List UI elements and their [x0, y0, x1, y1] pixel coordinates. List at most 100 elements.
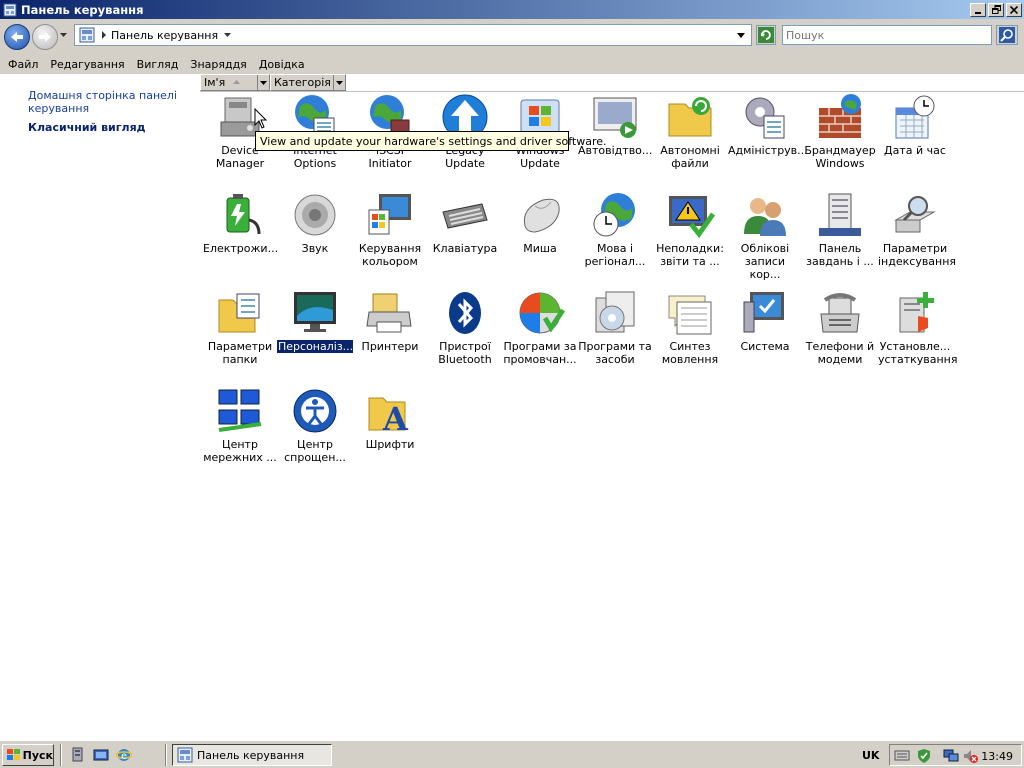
control-panel-item-label: Персоналіз... — [277, 340, 354, 353]
control-panel-item[interactable]: Установле... устаткування — [877, 288, 958, 366]
indexing-icon — [890, 190, 940, 240]
control-panel-item-label: Адмініструв... — [728, 144, 808, 157]
taskbar-window-button[interactable]: Панель керування — [172, 744, 332, 766]
control-panel-item-label: Електрожи... — [203, 242, 279, 255]
taskbar-icon — [815, 190, 865, 240]
svg-text:A: A — [382, 400, 409, 436]
control-panel-item-label: Параметри папки — [207, 340, 273, 366]
control-panel-item[interactable]: Миша — [502, 190, 578, 255]
speech-icon — [665, 288, 715, 338]
control-panel-item-label: Установле... устаткування — [878, 340, 958, 366]
network-center-icon — [215, 386, 265, 436]
control-panel-item-label: Телефони й модеми — [805, 340, 875, 366]
control-panel-item[interactable]: Звук — [277, 190, 353, 255]
control-panel-item[interactable]: Автономні файли — [652, 92, 728, 170]
control-panel-item-label: Облікові записи кор... — [740, 242, 790, 281]
clock[interactable]: 13:49 — [981, 750, 1013, 763]
control-panel-item[interactable]: Параметри індексування — [877, 190, 957, 268]
item-tooltip: View and update your hardware's settings… — [255, 131, 606, 151]
control-panel-item-label: Дата й час — [884, 144, 946, 157]
control-panel-item-label: Миша — [523, 242, 557, 255]
control-panel-item[interactable]: Клавіатура — [427, 190, 503, 255]
regional-icon — [590, 190, 640, 240]
programs-features-icon — [590, 288, 640, 338]
control-panel-item[interactable]: Брандмауер Windows — [802, 92, 878, 170]
control-panel-item-label: Шрифти — [365, 438, 415, 451]
bluetooth-icon — [440, 288, 490, 338]
offline-files-icon — [665, 92, 715, 142]
system-tray: 13:49 — [889, 744, 1022, 766]
control-panel-item[interactable]: Синтез мовлення — [652, 288, 728, 366]
personalization-icon — [290, 288, 340, 338]
add-hardware-icon — [890, 288, 940, 338]
admin-tools-icon — [740, 92, 790, 142]
control-panel-item[interactable]: Адмініструв... — [727, 92, 808, 157]
control-panel-item-label: Панель завдань і ... — [806, 242, 874, 268]
taskbar: Пуск e Панель керування UK 13:49 — [0, 740, 1024, 768]
date-time-icon — [890, 92, 940, 142]
control-panel-item[interactable]: Принтери — [352, 288, 428, 353]
control-panel-item-label: Центр мережних ... — [203, 438, 277, 464]
mouse-icon — [515, 190, 565, 240]
control-panel-item-label: Пристрої Bluetooth — [438, 340, 492, 366]
control-panel-item[interactable]: Програми за промовчан... — [502, 288, 578, 366]
control-panel-item-label: Програми та засоби — [578, 340, 652, 366]
color-management-icon — [365, 190, 415, 240]
phone-modem-icon — [815, 288, 865, 338]
control-panel-item-label: Програми за промовчан... — [503, 340, 577, 366]
ease-of-access-icon — [290, 386, 340, 436]
control-panel-item[interactable]: Дата й час — [877, 92, 953, 157]
start-label: Пуск — [22, 748, 53, 762]
control-panel-item[interactable]: Центр мережних ... — [202, 386, 278, 464]
control-panel-item[interactable]: Неполадки: звіти та ... — [652, 190, 728, 268]
control-panel-item[interactable]: Керування кольором — [352, 190, 428, 268]
control-panel-item-label: Автономні файли — [660, 144, 720, 170]
control-panel-item[interactable]: Система — [727, 288, 803, 353]
control-panel-item-label: Керування кольором — [358, 242, 422, 268]
taskbar-separator — [60, 744, 62, 766]
firewall-icon — [815, 92, 865, 142]
control-panel-item[interactable]: Електрожи... — [202, 190, 278, 255]
control-panel-item[interactable]: Панель завдань і ... — [802, 190, 878, 268]
taskbar-separator — [165, 744, 167, 766]
windows-logo-icon — [7, 749, 20, 760]
control-panel-item[interactable]: Пристрої Bluetooth — [427, 288, 503, 366]
control-panel-icon — [177, 747, 193, 763]
power-options-icon — [215, 190, 265, 240]
control-panel-item[interactable]: Параметри папки — [202, 288, 278, 366]
control-panel-item[interactable]: Центр спрощен... — [277, 386, 353, 464]
control-panel-item-label: Центр спрощен... — [284, 438, 346, 464]
control-panel-items: Device ManagerInternet OptionsiSCSI Init… — [0, 0, 1024, 740]
control-panel-item[interactable]: A Шрифти — [352, 386, 428, 451]
show-desktop-icon[interactable] — [93, 747, 109, 763]
control-panel-item-label: Неполадки: звіти та ... — [656, 242, 724, 268]
control-panel-item[interactable]: Мова і регіонал... — [577, 190, 653, 268]
control-panel-item-label: Принтери — [361, 340, 419, 353]
control-panel-item[interactable]: Програми та засоби — [577, 288, 653, 366]
control-panel-item[interactable]: Облікові записи кор... — [727, 190, 803, 281]
volume-muted-icon[interactable] — [962, 748, 978, 764]
folder-options-icon — [215, 288, 265, 338]
keyboard-tray-icon[interactable] — [894, 748, 910, 762]
control-panel-item[interactable]: Телефони й модеми — [802, 288, 878, 366]
control-panel-item-label: Параметри індексування — [878, 242, 957, 268]
fonts-icon: A — [365, 386, 415, 436]
control-panel-item-label: Звук — [301, 242, 329, 255]
user-accounts-icon — [740, 190, 790, 240]
problem-reports-icon — [665, 190, 715, 240]
language-indicator[interactable]: UK — [862, 749, 879, 762]
internet-explorer-icon[interactable]: e — [116, 747, 132, 763]
server-manager-icon[interactable] — [70, 747, 86, 763]
control-panel-item-label: Брандмауер Windows — [804, 144, 876, 170]
start-button[interactable]: Пуск — [2, 744, 54, 766]
control-panel-item-label: Система — [740, 340, 790, 353]
sound-icon — [290, 190, 340, 240]
network-icon[interactable] — [943, 748, 959, 764]
printers-icon — [365, 288, 415, 338]
keyboard-icon — [440, 190, 490, 240]
security-shield-icon[interactable] — [916, 748, 932, 764]
control-panel-item[interactable]: Персоналіз... — [277, 288, 353, 353]
control-panel-item-label: Клавіатура — [432, 242, 498, 255]
control-panel-item-label: Мова і регіонал... — [584, 242, 646, 268]
default-programs-icon — [515, 288, 565, 338]
